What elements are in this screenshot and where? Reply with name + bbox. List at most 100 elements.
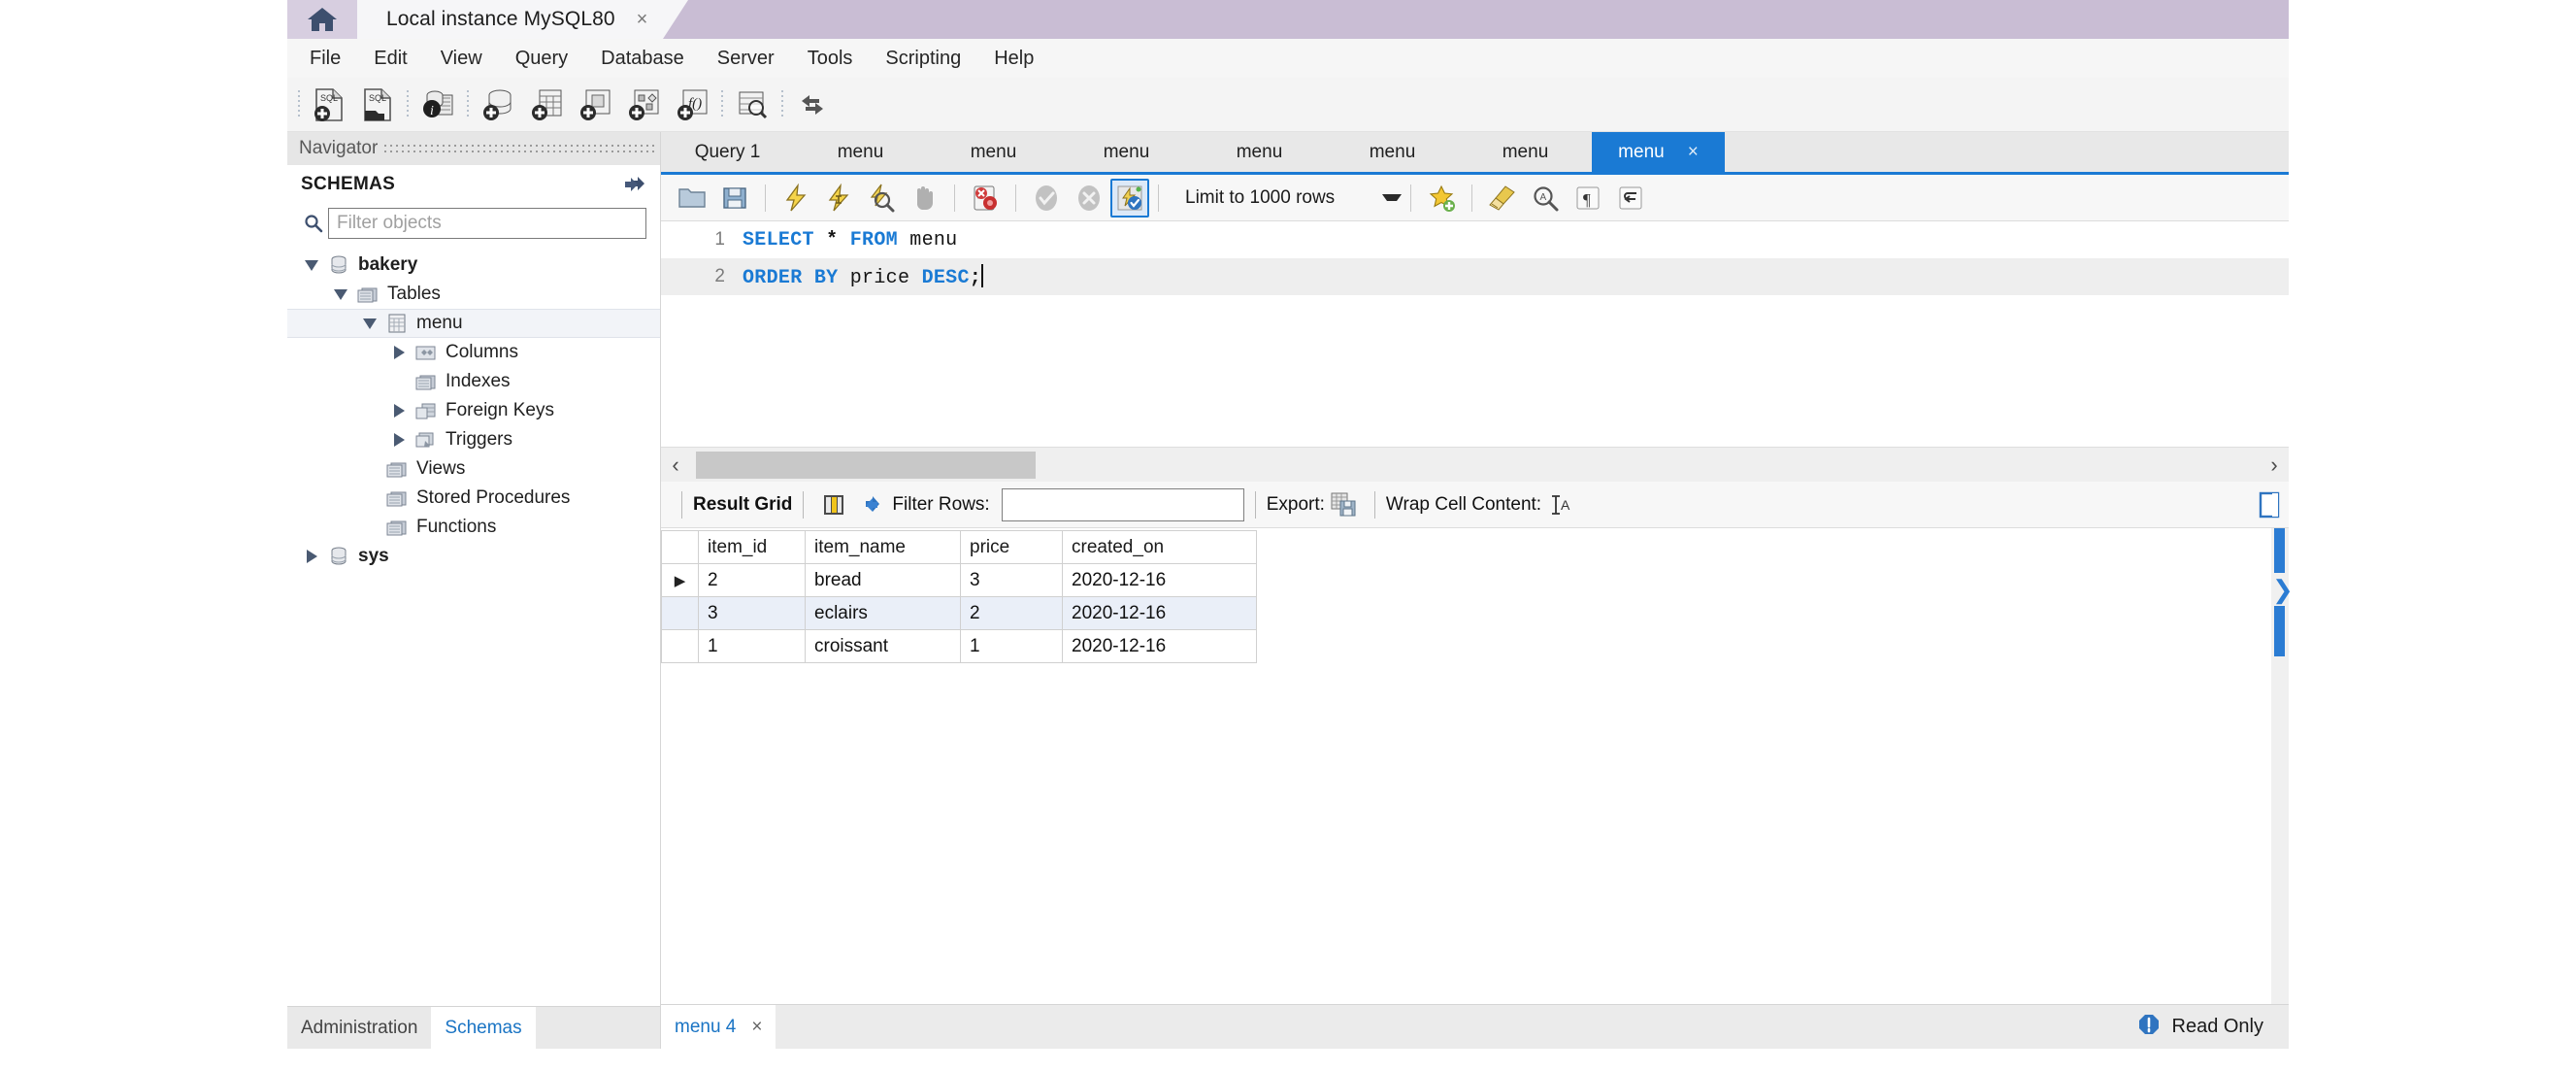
column-header-created_on[interactable]: created_on bbox=[1063, 531, 1257, 564]
close-icon[interactable]: × bbox=[1688, 142, 1699, 163]
menu-scripting[interactable]: Scripting bbox=[869, 44, 977, 74]
new-function-icon[interactable]: f() bbox=[668, 82, 716, 128]
nav-tab-administration[interactable]: Administration bbox=[287, 1007, 431, 1049]
scrollbar-thumb[interactable] bbox=[696, 452, 1036, 479]
result-grid[interactable]: item_iditem_namepricecreated_on ▶2bread3… bbox=[661, 528, 2271, 1004]
clear-context-icon[interactable] bbox=[1481, 179, 1524, 218]
chevron-right-icon[interactable] bbox=[386, 346, 412, 359]
chevron-right-icon[interactable] bbox=[299, 550, 324, 563]
cell-created_on[interactable]: 2020-12-16 bbox=[1063, 630, 1257, 663]
refresh-icon[interactable] bbox=[623, 174, 646, 195]
query-tab-4[interactable]: menu bbox=[1193, 132, 1326, 172]
close-icon[interactable]: × bbox=[751, 1017, 762, 1038]
query-tab-5[interactable]: menu bbox=[1326, 132, 1459, 172]
tree-item-columns[interactable]: Columns bbox=[287, 338, 660, 367]
show-invisible-chars-icon[interactable]: ¶ bbox=[1567, 179, 1609, 218]
cell-price[interactable]: 1 bbox=[961, 630, 1063, 663]
toggle-result-panel-icon[interactable] bbox=[2250, 486, 2289, 523]
row-marker[interactable] bbox=[662, 630, 699, 663]
query-tab-1[interactable]: menu bbox=[794, 132, 927, 172]
tree-item-tables[interactable]: Tables bbox=[287, 280, 660, 309]
tree-item-foreign-keys[interactable]: Foreign Keys bbox=[287, 396, 660, 425]
execute-icon[interactable] bbox=[775, 179, 817, 218]
refresh-icon[interactable] bbox=[853, 486, 892, 523]
table-row[interactable]: ▶2bread32020-12-16 bbox=[662, 564, 1257, 597]
table-row[interactable]: 1croissant12020-12-16 bbox=[662, 630, 1257, 663]
cell-price[interactable]: 3 bbox=[961, 564, 1063, 597]
query-tab-6[interactable]: menu bbox=[1459, 132, 1592, 172]
row-marker[interactable]: ▶ bbox=[662, 564, 699, 597]
search-data-icon[interactable] bbox=[728, 82, 776, 128]
menu-file[interactable]: File bbox=[293, 44, 357, 74]
cell-created_on[interactable]: 2020-12-16 bbox=[1063, 564, 1257, 597]
wrap-cell-icon[interactable]: A bbox=[1541, 486, 1580, 523]
filter-objects-input[interactable] bbox=[328, 208, 646, 239]
chevron-down-icon[interactable] bbox=[328, 289, 353, 300]
find-icon[interactable]: A bbox=[1524, 179, 1567, 218]
tree-item-menu[interactable]: menu bbox=[287, 309, 660, 338]
menu-edit[interactable]: Edit bbox=[357, 44, 423, 74]
chevron-right-icon[interactable] bbox=[386, 433, 412, 447]
filter-rows-input[interactable] bbox=[1002, 488, 1244, 521]
query-tab-3[interactable]: menu bbox=[1060, 132, 1193, 172]
tree-item-functions[interactable]: Functions bbox=[287, 513, 660, 542]
cell-price[interactable]: 2 bbox=[961, 597, 1063, 630]
scrollbar-track[interactable] bbox=[690, 452, 2260, 479]
code-line-2[interactable]: 2ORDER BY price DESC; bbox=[661, 258, 2289, 295]
close-icon[interactable]: × bbox=[637, 9, 648, 31]
chevron-down-icon[interactable] bbox=[1382, 194, 1402, 201]
cell-item_id[interactable]: 3 bbox=[699, 597, 806, 630]
toggle-breakpoint-icon[interactable] bbox=[964, 179, 1007, 218]
query-tab-0[interactable]: Query 1 bbox=[661, 132, 794, 172]
chevron-right-icon[interactable] bbox=[386, 404, 412, 418]
grid-view-icon[interactable] bbox=[814, 486, 853, 523]
tree-item-views[interactable]: Views bbox=[287, 454, 660, 484]
table-row[interactable]: 3eclairs22020-12-16 bbox=[662, 597, 1257, 630]
column-header-item_id[interactable]: item_id bbox=[699, 531, 806, 564]
menu-database[interactable]: Database bbox=[584, 44, 701, 74]
connection-tab[interactable]: Local instance MySQL80 × bbox=[357, 0, 663, 39]
tree-item-sys[interactable]: sys bbox=[287, 542, 660, 571]
autocommit-icon[interactable] bbox=[1110, 179, 1149, 218]
query-tab-2[interactable]: menu bbox=[927, 132, 1060, 172]
cell-item_id[interactable]: 1 bbox=[699, 630, 806, 663]
menu-server[interactable]: Server bbox=[701, 44, 791, 74]
menu-view[interactable]: View bbox=[424, 44, 499, 74]
new-schema-icon[interactable] bbox=[474, 82, 522, 128]
reconnect-server-icon[interactable] bbox=[788, 82, 837, 128]
scroll-left-icon[interactable]: ‹ bbox=[661, 452, 690, 478]
menu-help[interactable]: Help bbox=[977, 44, 1050, 74]
open-sql-script-icon[interactable]: SQL bbox=[353, 82, 402, 128]
save-script-icon[interactable] bbox=[713, 179, 756, 218]
new-view-icon[interactable] bbox=[571, 82, 619, 128]
chevron-down-icon[interactable] bbox=[357, 318, 382, 329]
tree-item-stored-procedures[interactable]: Stored Procedures bbox=[287, 484, 660, 513]
home-tab[interactable] bbox=[287, 0, 357, 39]
toggle-wrapping-icon[interactable] bbox=[1609, 179, 1652, 218]
execute-current-icon[interactable] bbox=[817, 179, 860, 218]
nav-tab-schemas[interactable]: Schemas bbox=[431, 1007, 535, 1049]
result-set-tab[interactable]: menu 4 × bbox=[661, 1005, 776, 1049]
result-panel-sidebar[interactable]: ❯ bbox=[2271, 528, 2289, 1004]
column-header-item_name[interactable]: item_name bbox=[806, 531, 961, 564]
sql-code-editor[interactable]: 1SELECT * FROM menu2ORDER BY price DESC; bbox=[661, 221, 2289, 447]
tree-item-triggers[interactable]: Triggers bbox=[287, 425, 660, 454]
stop-icon[interactable] bbox=[903, 179, 945, 218]
open-script-icon[interactable] bbox=[671, 179, 713, 218]
new-table-icon[interactable] bbox=[522, 82, 571, 128]
editor-horizontal-scrollbar[interactable]: ‹ › bbox=[661, 447, 2289, 482]
export-recordset-icon[interactable] bbox=[1325, 486, 1364, 523]
code-line-1[interactable]: 1SELECT * FROM menu bbox=[661, 221, 2289, 258]
rollback-icon[interactable] bbox=[1068, 179, 1110, 218]
row-marker[interactable] bbox=[662, 597, 699, 630]
column-header-price[interactable]: price bbox=[961, 531, 1063, 564]
tree-item-indexes[interactable]: Indexes bbox=[287, 367, 660, 396]
new-sql-tab-icon[interactable]: SQL bbox=[305, 82, 353, 128]
cell-item_name[interactable]: croissant bbox=[806, 630, 961, 663]
menu-tools[interactable]: Tools bbox=[791, 44, 870, 74]
cell-created_on[interactable]: 2020-12-16 bbox=[1063, 597, 1257, 630]
cell-item_name[interactable]: bread bbox=[806, 564, 961, 597]
new-procedure-icon[interactable] bbox=[619, 82, 668, 128]
beautify-sql-icon[interactable] bbox=[1420, 179, 1463, 218]
cell-item_id[interactable]: 2 bbox=[699, 564, 806, 597]
